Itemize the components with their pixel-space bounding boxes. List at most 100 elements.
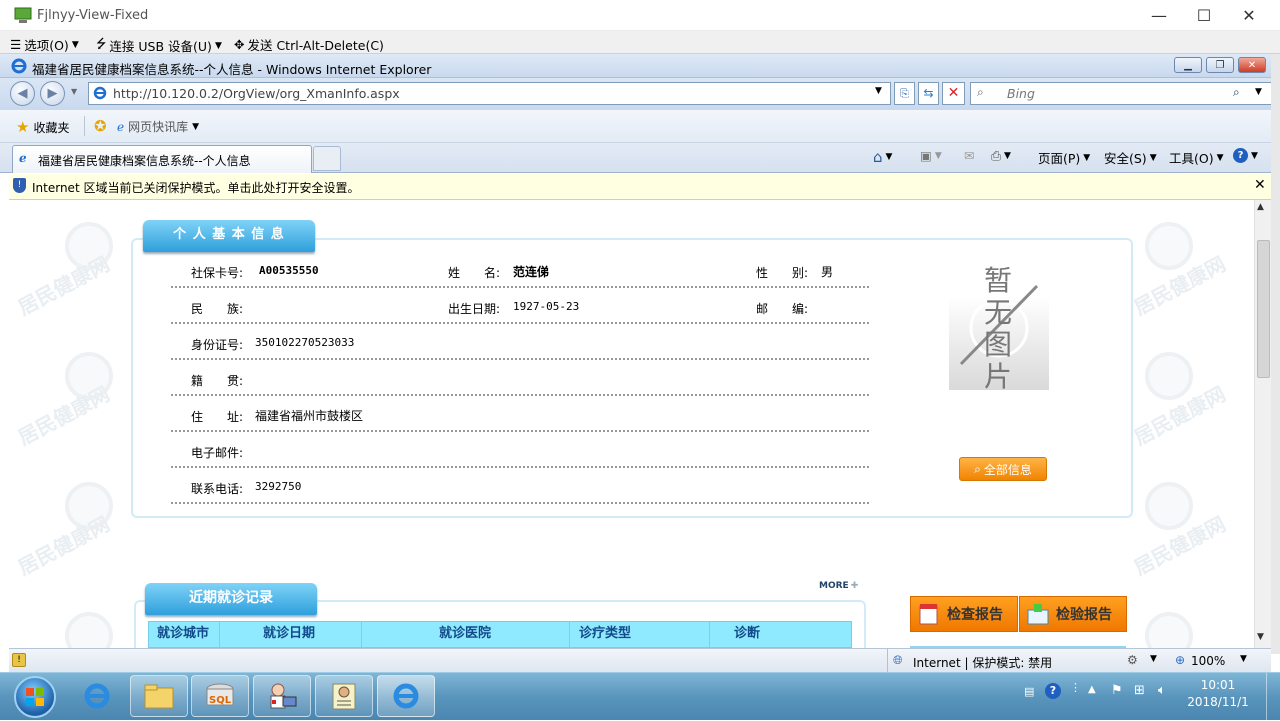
name-value: 范连俤 bbox=[513, 265, 550, 279]
taskbar-explorer[interactable] bbox=[130, 675, 188, 717]
show-hidden-icons[interactable]: ▲ bbox=[1088, 684, 1096, 695]
chevron-down-icon: ▼ bbox=[1216, 152, 1224, 163]
action-center-icon[interactable]: ⚑ bbox=[1111, 683, 1123, 698]
usb-tray-icon[interactable]: ⋮ bbox=[1070, 681, 1081, 694]
info-bar-close-icon[interactable]: ✕ bbox=[1254, 177, 1266, 193]
forward-button[interactable]: ▶ bbox=[40, 81, 65, 106]
clock[interactable]: 10:01 2018/11/1 bbox=[1178, 677, 1258, 711]
gender-label: 性 别: bbox=[756, 266, 809, 280]
start-button[interactable] bbox=[14, 676, 56, 718]
search-go-icon[interactable]: ⌕ bbox=[1233, 85, 1240, 100]
usb-menu[interactable]: ⭍ 连接 USB 设备(U) ▼ bbox=[96, 35, 222, 56]
col-divider bbox=[709, 622, 710, 647]
stop-icon[interactable]: ✕ bbox=[942, 82, 965, 105]
ie-page-icon: ℯ bbox=[117, 119, 125, 134]
chevron-down-icon: ▼ bbox=[1004, 151, 1011, 161]
id-value: 350102270523033 bbox=[255, 336, 355, 349]
column-diagnosis: 诊断 bbox=[734, 626, 761, 641]
maximize-button[interactable]: ☐ bbox=[1181, 0, 1227, 31]
help-tray-icon[interactable]: ? bbox=[1045, 683, 1061, 699]
send-cad-menu[interactable]: ✥ 发送 Ctrl-Alt-Delete(C) bbox=[234, 35, 384, 54]
taskbar-ie-active[interactable] bbox=[377, 675, 435, 717]
add-favorite-icon[interactable]: ✪ bbox=[94, 117, 107, 135]
info-bar-text: Internet 区域当前已关闭保护模式。单击此处打开安全设置。 bbox=[32, 181, 360, 195]
check-report-button[interactable]: 检查报告 bbox=[910, 596, 1018, 632]
web-slice-gallery[interactable]: ℯ 网页快讯库 ▼ bbox=[117, 118, 199, 135]
taskbar-ie-pinned[interactable] bbox=[68, 675, 126, 717]
sql-icon: SQL bbox=[206, 683, 234, 706]
plus-icon: ✚ bbox=[850, 581, 859, 591]
info-row: 民 族: 出生日期: 1927-05-23 邮 编: bbox=[171, 288, 869, 324]
page-content: 居民健康网 居民健康网 居民健康网 居民健康网 居民健康网 居民健康网 个 人 … bbox=[9, 200, 1254, 648]
help-button[interactable]: ? ▼ bbox=[1233, 148, 1258, 163]
ie-minimize-button[interactable]: ▁ bbox=[1174, 57, 1202, 73]
minimize-button[interactable]: — bbox=[1136, 0, 1182, 31]
address-value: 福建省福州市鼓楼区 bbox=[255, 409, 364, 423]
volume-icon[interactable]: 🔈︎ bbox=[1158, 683, 1166, 698]
address-bar[interactable]: http://10.120.0.2/OrgView/org_XmanInfo.a… bbox=[88, 82, 891, 105]
more-link[interactable]: MORE ✚ bbox=[819, 581, 858, 591]
scrollbar-thumb[interactable] bbox=[1257, 240, 1270, 378]
home-button[interactable]: ⌂ ▼ bbox=[873, 148, 892, 166]
keyboard-tray-icon[interactable]: ▤ bbox=[1024, 685, 1034, 698]
zoom-dropdown-icon[interactable]: ▼ bbox=[1240, 654, 1247, 664]
tools-menu[interactable]: 工具(O) ▼ bbox=[1169, 148, 1224, 167]
lab-report-button[interactable]: 检验报告 bbox=[1019, 596, 1127, 632]
document-app-icon bbox=[332, 683, 356, 710]
scroll-down-icon[interactable]: ▼ bbox=[1257, 632, 1264, 642]
address-dropdown-icon[interactable]: ▼ bbox=[875, 86, 882, 96]
search-icon: ⌕ bbox=[974, 461, 981, 476]
viewer-app-icon bbox=[14, 6, 32, 24]
col-divider bbox=[569, 622, 570, 647]
search-box[interactable]: ⌕ Bing ⌕ ▼ bbox=[970, 82, 1272, 105]
show-desktop-button[interactable] bbox=[1266, 673, 1280, 721]
chevron-down-icon[interactable]: ▼ bbox=[1150, 654, 1157, 664]
warning-icon[interactable]: ! bbox=[12, 653, 26, 667]
compat-view-icon[interactable]: ⎘ bbox=[894, 82, 915, 105]
divider bbox=[887, 649, 888, 672]
taskbar-medical-app[interactable] bbox=[253, 675, 311, 717]
refresh-icon[interactable]: ⇆ bbox=[918, 82, 939, 105]
clock-date: 2018/11/1 bbox=[1187, 695, 1249, 709]
back-button[interactable]: ◀ bbox=[10, 81, 35, 106]
taskbar-document-app[interactable] bbox=[315, 675, 373, 717]
more-label: MORE bbox=[819, 581, 849, 591]
search-dropdown-icon[interactable]: ▼ bbox=[1255, 87, 1262, 97]
watermark-logo bbox=[1145, 612, 1193, 648]
info-row: 籍 贯: bbox=[171, 360, 869, 396]
ie-restore-button[interactable]: ❐ bbox=[1206, 57, 1234, 73]
native-label: 籍 贯: bbox=[191, 374, 244, 388]
vertical-scrollbar[interactable]: ▲ ▼ bbox=[1254, 200, 1271, 648]
options-menu-label: 选项(O) bbox=[24, 38, 69, 53]
forward-arrow-icon: ▶ bbox=[47, 86, 58, 101]
tab-row: ℯ 福建省居民健康档案信息系统--个人信息 ⌂ ▼ ▣ ▼ ✉ ⎙ ▼ 页面(P) ▼ … bbox=[0, 143, 1271, 173]
mail-button[interactable]: ✉ bbox=[964, 148, 974, 163]
network-icon[interactable]: ⊞ bbox=[1134, 683, 1145, 698]
info-row: 住 址: 福建省福州市鼓楼区 bbox=[171, 396, 869, 432]
col-divider bbox=[361, 622, 362, 647]
history-dropdown-icon[interactable]: ▼ bbox=[71, 87, 77, 96]
options-menu[interactable]: ☰ 选项(O) ▼ bbox=[10, 35, 79, 54]
safety-menu[interactable]: 安全(S) ▼ bbox=[1104, 148, 1157, 167]
close-button[interactable]: ✕ bbox=[1226, 0, 1272, 31]
print-button[interactable]: ⎙ ▼ bbox=[991, 148, 1011, 164]
tab-active[interactable]: ℯ 福建省居民健康档案信息系统--个人信息 bbox=[12, 145, 312, 173]
birth-label: 出生日期: bbox=[448, 302, 501, 316]
feeds-button[interactable]: ▣ ▼ bbox=[920, 148, 942, 163]
ethnic-label: 民 族: bbox=[191, 302, 244, 316]
chevron-down-icon: ▼ bbox=[1083, 152, 1091, 163]
zoom-level[interactable]: 100% bbox=[1191, 654, 1225, 668]
page-menu[interactable]: 页面(P) ▼ bbox=[1038, 148, 1090, 167]
chevron-down-icon: ▼ bbox=[1251, 150, 1258, 161]
security-info-bar[interactable]: ! Internet 区域当前已关闭保护模式。单击此处打开安全设置。 ✕ bbox=[9, 174, 1271, 200]
birth-value: 1927-05-23 bbox=[513, 300, 580, 313]
scroll-up-icon[interactable]: ▲ bbox=[1257, 202, 1264, 212]
zone-status[interactable]: Internet | 保护模式: 禁用 bbox=[913, 654, 1052, 671]
protected-mode-icon[interactable]: ⚙ bbox=[1127, 653, 1138, 667]
ie-close-button[interactable]: ✕ bbox=[1238, 57, 1266, 73]
page-menu-label: 页面(P) bbox=[1038, 151, 1081, 166]
taskbar-sql[interactable]: SQL bbox=[191, 675, 249, 717]
favorites-button[interactable]: ★ 收藏夹 bbox=[16, 118, 69, 136]
all-info-button[interactable]: ⌕ 全部信息 bbox=[959, 457, 1047, 481]
new-tab-button[interactable] bbox=[313, 146, 341, 171]
